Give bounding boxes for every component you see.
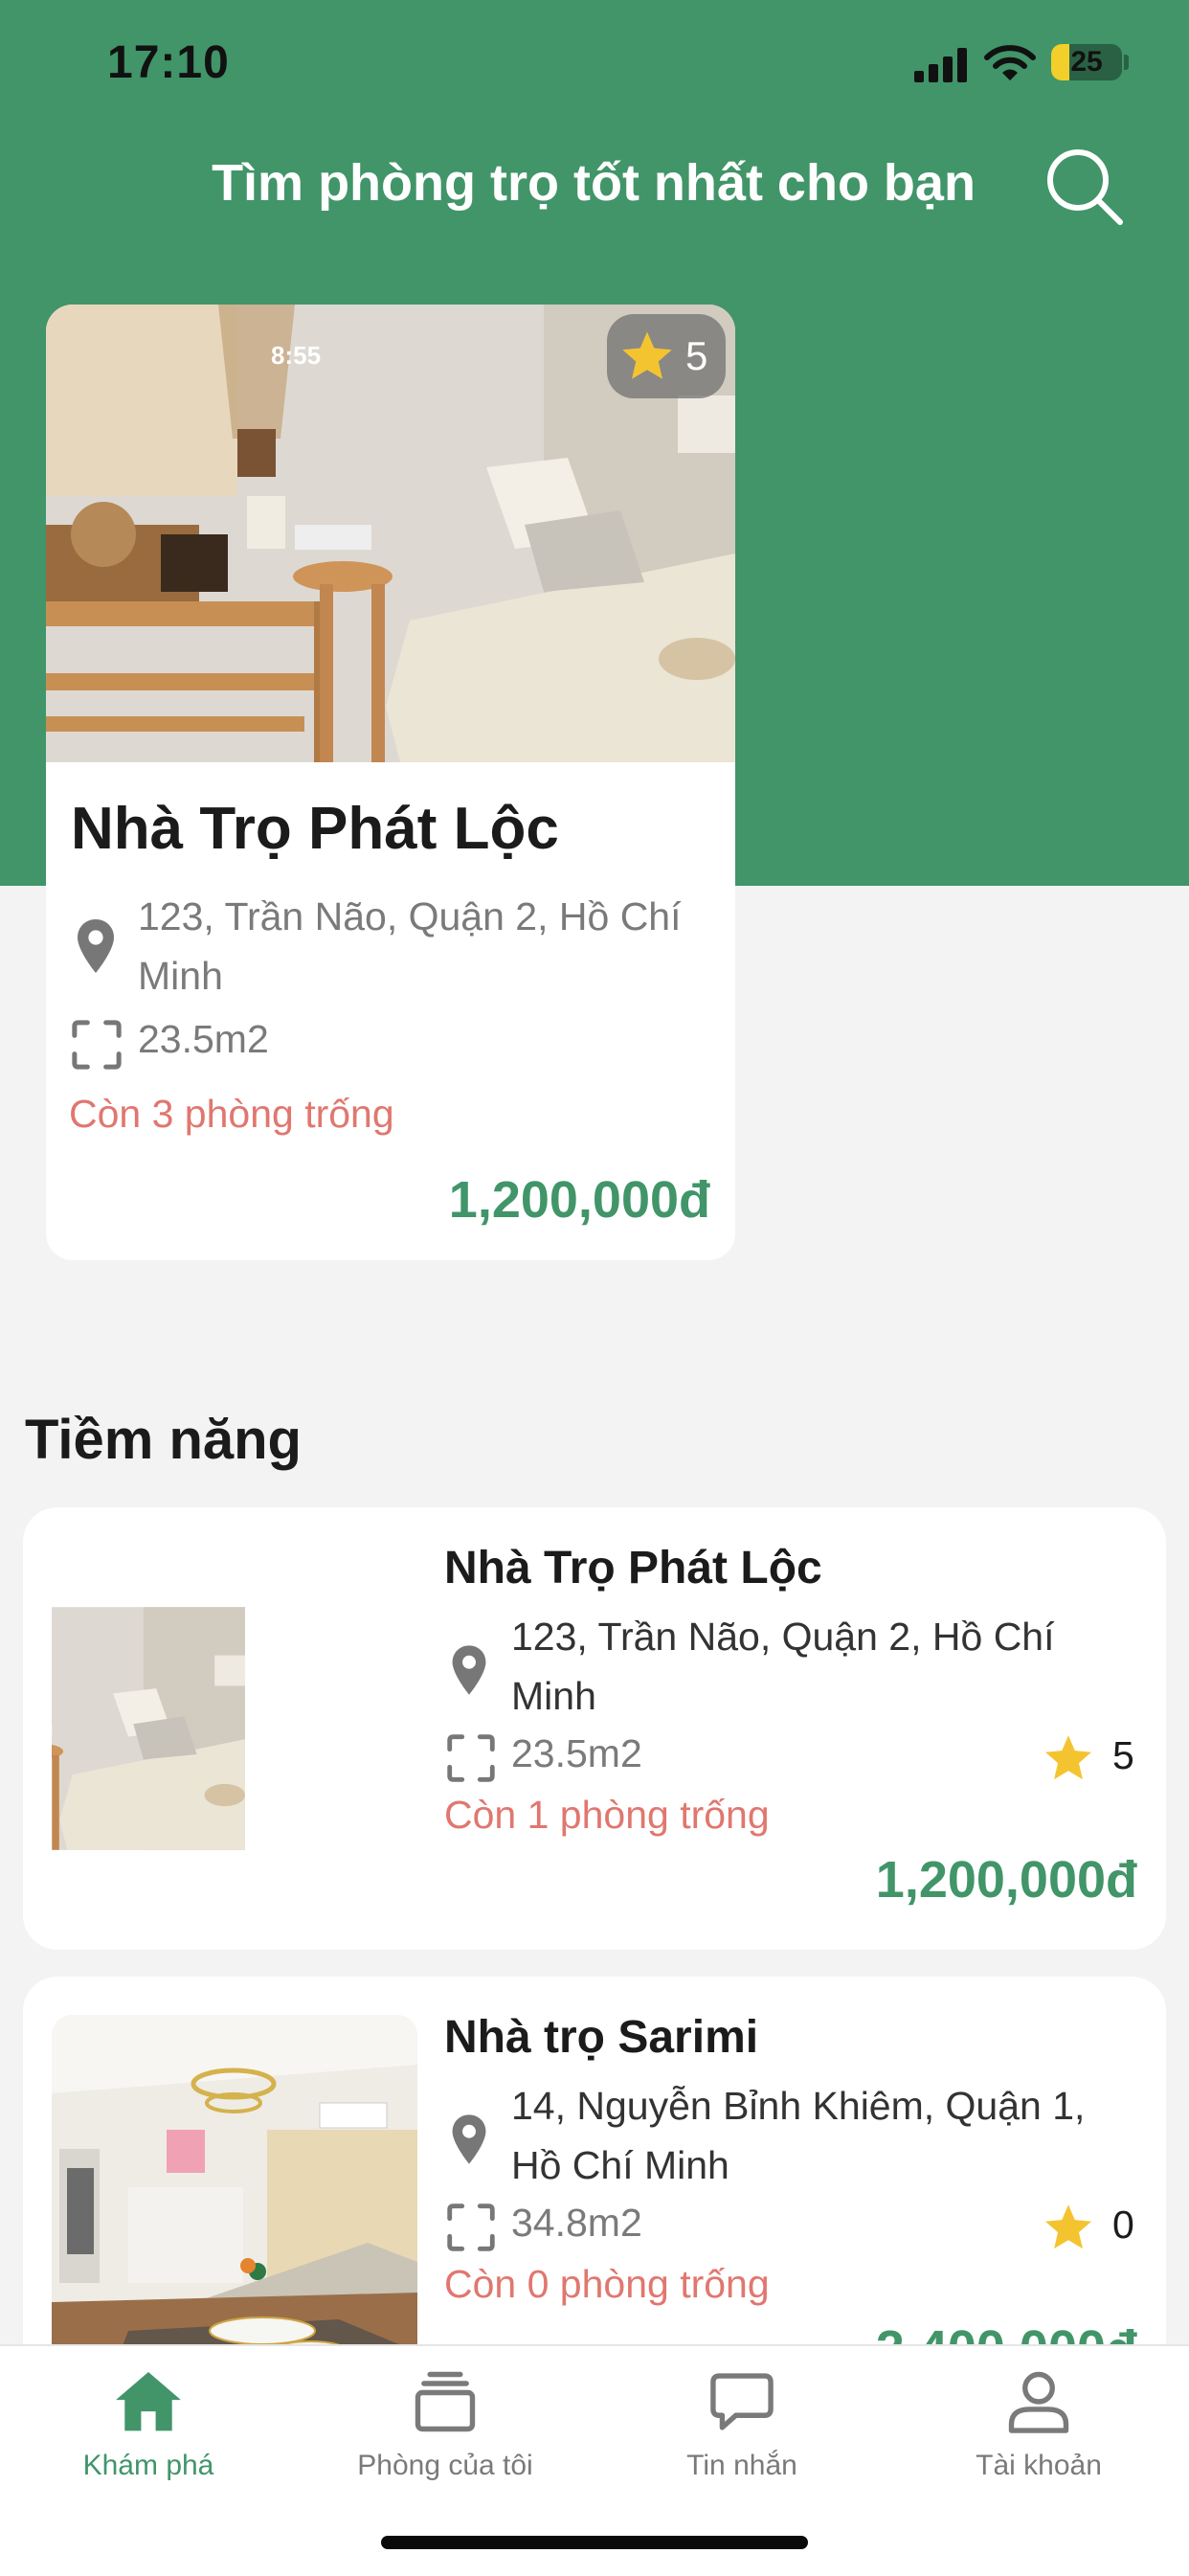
- featured-vacancy: Còn 3 phòng trống: [69, 1092, 394, 1136]
- battery-icon: 25: [1051, 44, 1122, 80]
- tab-label: Tài khoản: [976, 2450, 1102, 2481]
- battery-level: 25: [1070, 46, 1103, 78]
- featured-price: 1,200,000đ: [448, 1171, 710, 1229]
- listing-vacancy: Còn 1 phòng trống: [444, 1793, 770, 1837]
- star-icon: [618, 328, 676, 385]
- listing-name: Nhà Trọ Phát Lộc: [444, 1543, 822, 1593]
- area-icon: [71, 1019, 123, 1071]
- tab-kham-pha[interactable]: Khám phá: [0, 2365, 297, 2509]
- listing-area: 34.8m2: [511, 2201, 642, 2245]
- tab-label: Tin nhắn: [686, 2450, 797, 2481]
- tab-label: Khám phá: [82, 2450, 214, 2481]
- rooms-icon: [415, 2371, 476, 2432]
- location-pin-icon: [73, 917, 119, 975]
- battery-tip: [1124, 55, 1129, 70]
- user-icon: [1008, 2371, 1069, 2433]
- tab-phong-cua-toi[interactable]: Phòng của tôi: [297, 2365, 594, 2509]
- area-icon: [446, 2203, 496, 2252]
- page-title: Tìm phòng trọ tốt nhất cho bạn: [212, 154, 976, 212]
- rating-badge: 5: [607, 314, 726, 398]
- room-photo: [52, 2015, 417, 2381]
- listing-rating: 0: [1112, 2203, 1134, 2247]
- listing-rating: 5: [1112, 1733, 1134, 1777]
- listing-area: 23.5m2: [511, 1731, 642, 1775]
- section-title: Tiềm năng: [25, 1409, 302, 1471]
- location-pin-icon: [448, 1643, 490, 1697]
- star-icon: [1042, 1731, 1095, 1785]
- listing-address: 123, Trần Não, Quận 2, Hồ Chí Minh: [511, 1615, 1055, 1718]
- listing-address: 14, Nguyễn Bỉnh Khiêm, Quận 1, Hồ Chí Mi…: [511, 2084, 1086, 2187]
- featured-area: 23.5m2: [138, 1017, 269, 1061]
- star-icon: [1042, 2201, 1095, 2254]
- home-icon: [116, 2371, 181, 2431]
- tab-tai-khoan[interactable]: Tài khoản: [890, 2365, 1187, 2509]
- search-icon[interactable]: [1043, 146, 1126, 228]
- featured-name: Nhà Trọ Phát Lộc: [71, 796, 559, 862]
- list-item[interactable]: Nhà Trọ Phát Lộc 123, Trần Não, Quận 2, …: [23, 1507, 1166, 1950]
- location-pin-icon: [448, 2113, 490, 2166]
- status-bar: 17:10 25: [0, 0, 1189, 134]
- wifi-icon: [984, 45, 1036, 80]
- listing-price: 1,200,000đ: [875, 1851, 1137, 1909]
- featured-address: 123, Trần Não, Quận 2, Hồ Chí Minh: [138, 894, 682, 998]
- cellular-signal-icon: [914, 48, 967, 82]
- room-photo: [52, 1546, 417, 1911]
- status-time: 17:10: [107, 37, 230, 88]
- tab-label: Phòng của tôi: [357, 2450, 533, 2481]
- message-icon: [710, 2373, 774, 2430]
- featured-card[interactable]: 5 Nhà Trọ Phát Lộc 123, Trần Não, Quận 2…: [46, 305, 735, 1260]
- home-indicator: [381, 2536, 808, 2549]
- featured-rating: 5: [685, 333, 708, 378]
- listing-name: Nhà trọ Sarimi: [444, 2012, 759, 2063]
- area-icon: [446, 1733, 496, 1783]
- listing-vacancy: Còn 0 phòng trống: [444, 2262, 770, 2306]
- tab-tin-nhan[interactable]: Tin nhắn: [594, 2365, 890, 2509]
